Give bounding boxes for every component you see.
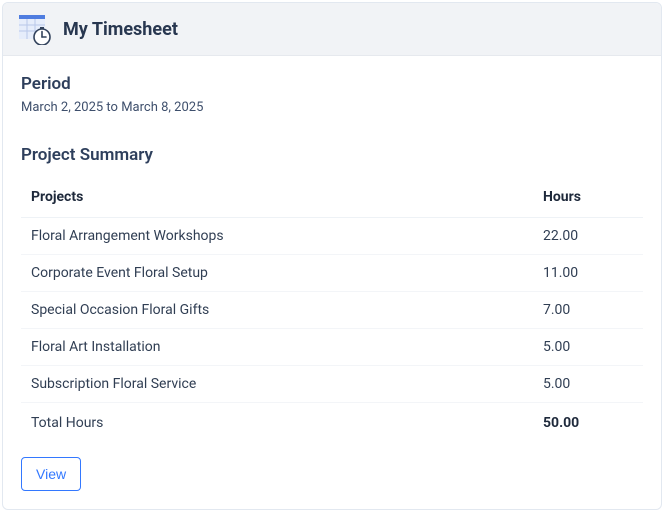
project-hours: 5.00 [533,366,643,403]
period-heading: Period [21,74,643,94]
project-hours: 22.00 [533,218,643,255]
total-row: Total Hours 50.00 [21,403,643,442]
project-hours: 7.00 [533,292,643,329]
project-name: Subscription Floral Service [21,366,533,403]
table-row: Corporate Event Floral Setup 11.00 [21,255,643,292]
total-label: Total Hours [21,403,533,442]
timesheet-card: My Timesheet Period March 2, 2025 to Mar… [2,2,662,510]
table-row: Special Occasion Floral Gifts 7.00 [21,292,643,329]
table-row: Subscription Floral Service 5.00 [21,366,643,403]
timesheet-icon [19,13,51,45]
project-summary-heading: Project Summary [21,145,643,165]
col-hours: Hours [533,177,643,218]
table-header-row: Projects Hours [21,177,643,218]
col-projects: Projects [21,177,533,218]
card-header: My Timesheet [3,3,661,56]
card-body: Period March 2, 2025 to March 8, 2025 Pr… [3,56,661,509]
project-name: Floral Arrangement Workshops [21,218,533,255]
project-name: Floral Art Installation [21,329,533,366]
period-range: March 2, 2025 to March 8, 2025 [21,100,643,115]
project-name: Corporate Event Floral Setup [21,255,533,292]
table-row: Floral Art Installation 5.00 [21,329,643,366]
total-hours: 50.00 [533,403,643,442]
page-title: My Timesheet [63,19,178,40]
project-name: Special Occasion Floral Gifts [21,292,533,329]
project-hours: 5.00 [533,329,643,366]
view-button[interactable]: View [21,457,81,491]
project-summary-table: Projects Hours Floral Arrangement Worksh… [21,177,643,441]
table-row: Floral Arrangement Workshops 22.00 [21,218,643,255]
project-hours: 11.00 [533,255,643,292]
